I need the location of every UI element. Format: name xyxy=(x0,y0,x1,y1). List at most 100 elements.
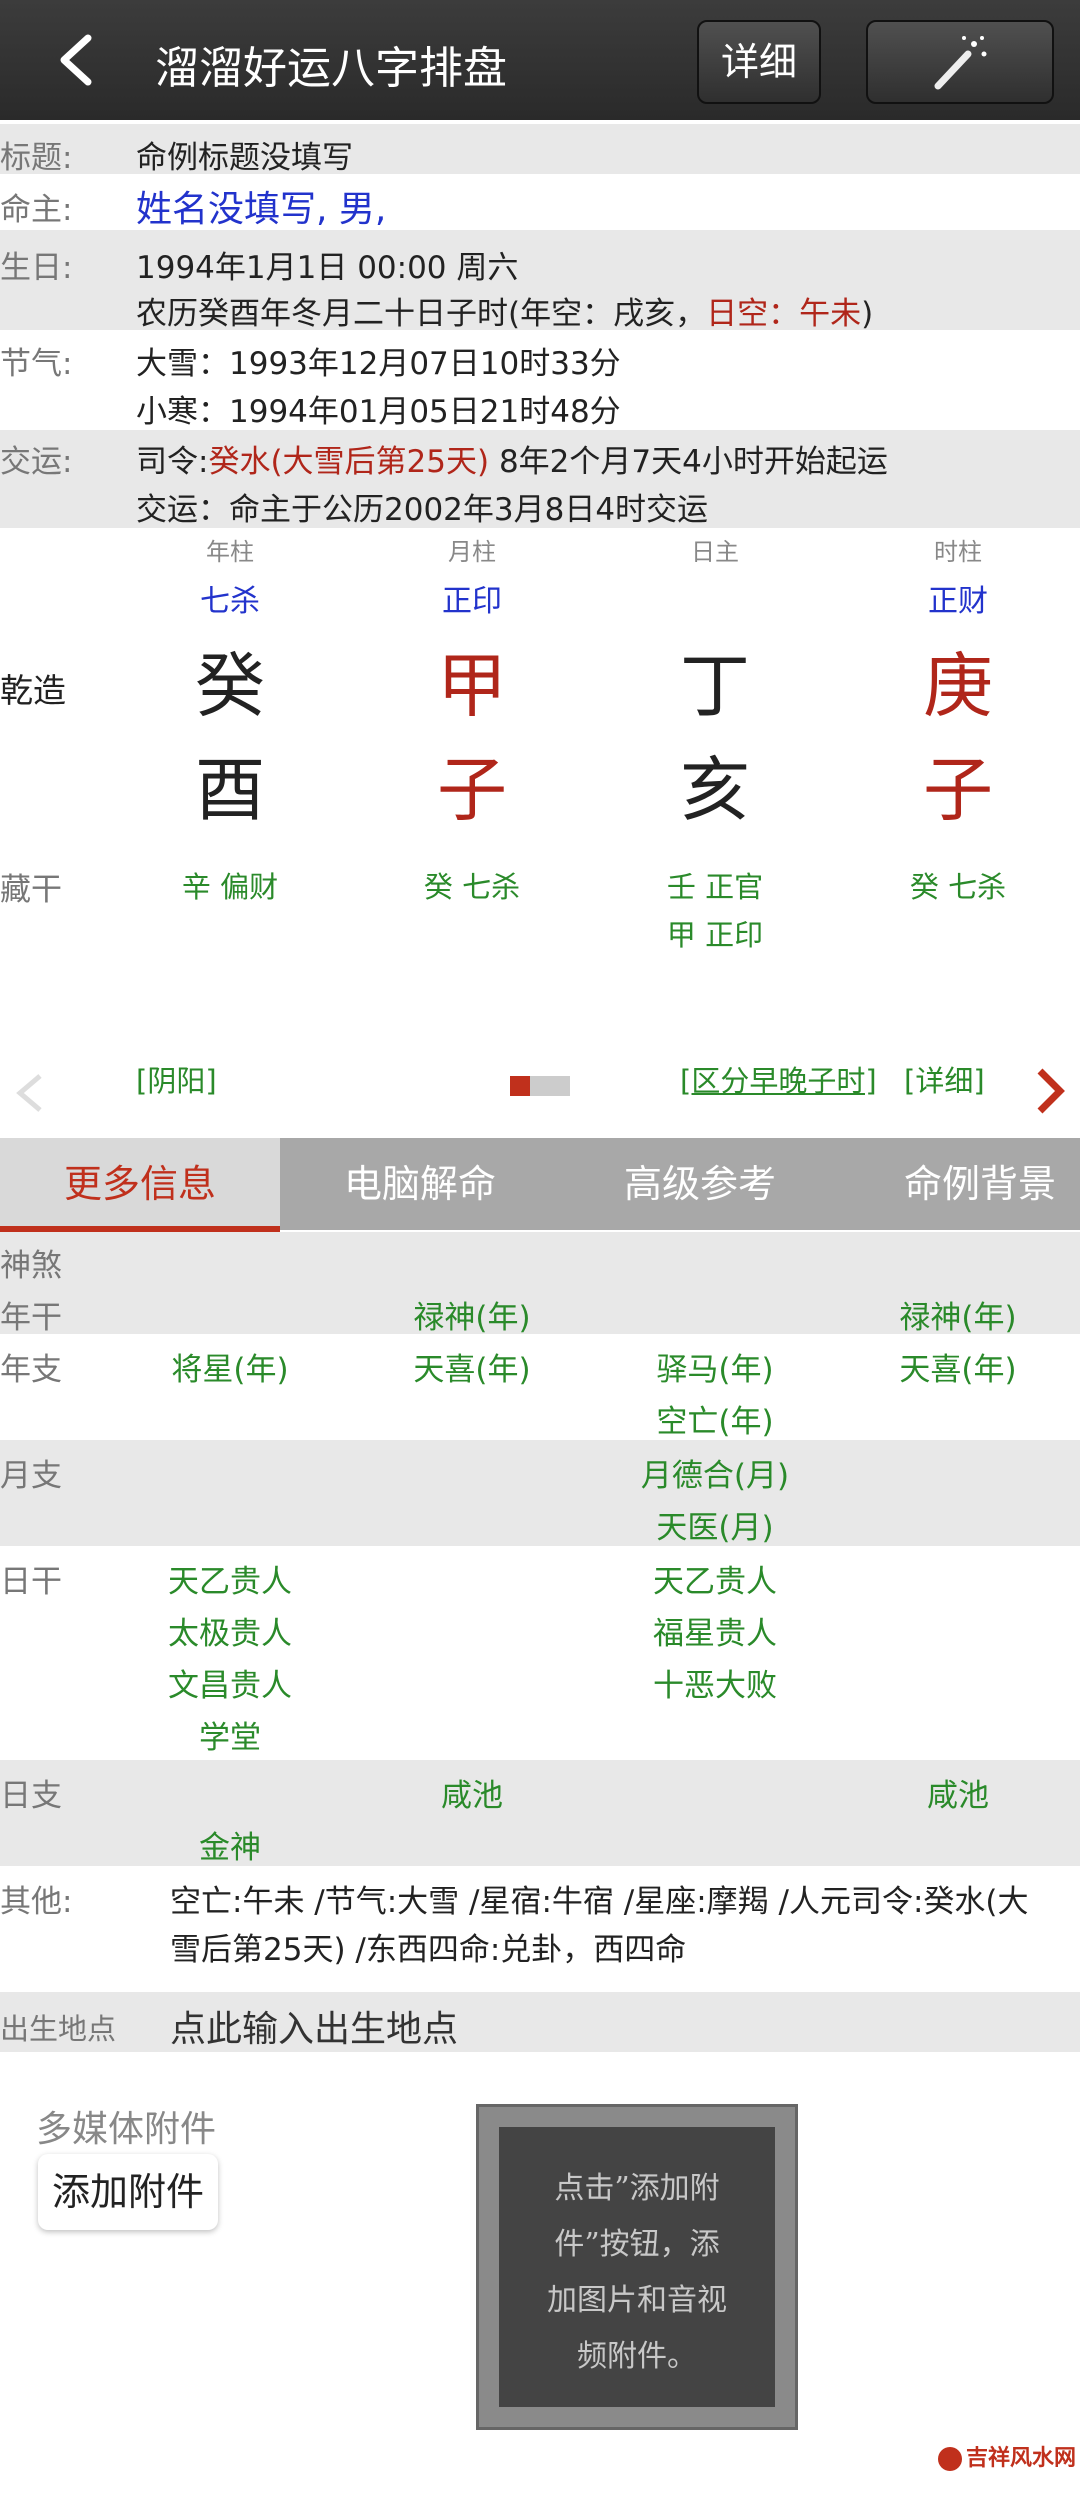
shensha-row-label: 年干 xyxy=(0,1300,62,1336)
shensha-item: 金神 xyxy=(199,1830,261,1866)
shensha-item: 咸池 xyxy=(441,1778,503,1814)
birth-row: 生日: 1994年1月1日 00:00 周六 农历癸酉年冬月二十日子时(年空：戌… xyxy=(0,230,1080,332)
chevron-left-icon xyxy=(60,34,92,86)
shensha-item: 天喜(年) xyxy=(899,1352,1017,1388)
shensha-item: 福星贵人 xyxy=(653,1616,777,1652)
shensha-item: 学堂 xyxy=(199,1720,261,1756)
zaowan-link[interactable]: [区分早晚子时] xyxy=(680,1058,877,1100)
birth-solar: 1994年1月1日 00:00 周六 xyxy=(136,250,519,286)
stem-hour: 庚 xyxy=(923,645,993,727)
tab-advanced[interactable]: 高级参考 xyxy=(560,1138,840,1230)
shensha-item: 天乙贵人 xyxy=(168,1564,292,1600)
shensha-item: 禄神(年) xyxy=(899,1300,1017,1336)
other-line-2: 雪后第25天) /东西四命:兑卦，西四命 xyxy=(170,1932,687,1968)
other-line-1: 空亡:午未 /节气:大雪 /星宿:牛宿 /星座:摩羯 /人元司令:癸水(大 xyxy=(170,1884,1029,1920)
canggan-day-1: 壬 正官 xyxy=(666,870,764,904)
shensha-row-label: 年支 xyxy=(0,1352,62,1388)
add-attachment-button[interactable]: 添加附件 xyxy=(38,2154,218,2230)
owner-row[interactable]: 命主: 姓名没填写, 男, xyxy=(0,174,1080,230)
col-head-year: 年柱 xyxy=(206,538,254,566)
shensha-item: 天喜(年) xyxy=(413,1352,531,1388)
jieqi-row: 节气: 大雪：1993年12月07日10时33分 小寒：1994年01月05日2… xyxy=(0,330,1080,430)
shensha-item: 禄神(年) xyxy=(413,1300,531,1336)
detail-button[interactable]: 详细 xyxy=(697,20,821,104)
shishen-hour: 正财 xyxy=(928,584,988,619)
stem-day: 丁 xyxy=(680,645,750,727)
shensha-row-rigan: 日干 天乙贵人 太极贵人 文昌贵人 学堂 天乙贵人 福星贵人 十恶大败 xyxy=(0,1546,1080,1760)
birthplace-label: 出生地点 xyxy=(0,2012,117,2046)
canggan-label: 藏干 xyxy=(0,872,62,908)
watermark-logo-icon xyxy=(938,2447,962,2471)
shensha-row-nianzhi: 年支 将星(年) 天喜(年) 驿马(年) 空亡(年) 天喜(年) xyxy=(0,1334,1080,1440)
watermark: 吉祥风水网 xyxy=(938,2440,1076,2472)
tab-computer-reading[interactable]: 电脑解命 xyxy=(280,1138,560,1230)
shensha-row-niangan: 年干 禄神(年) 禄神(年) xyxy=(0,1282,1080,1336)
chart-detail-link[interactable]: [详细] xyxy=(904,1058,985,1100)
stem-year: 癸 xyxy=(195,645,265,727)
jieqi-daxue: 大雪：1993年12月07日10时33分 xyxy=(136,346,621,382)
jiaoyun-row: 交运: 司令:癸水(大雪后第25天) 8年2个月7天4小时开始起运 交运：命主于… xyxy=(0,430,1080,528)
qianzao-label: 乾造 xyxy=(0,671,66,710)
canggan-hour: 癸 七杀 xyxy=(909,870,1007,904)
shensha-item: 将星(年) xyxy=(171,1352,289,1388)
branch-month: 子 xyxy=(437,749,507,831)
jieqi-label: 节气: xyxy=(0,346,73,382)
shensha-item: 月德合(月) xyxy=(640,1458,790,1494)
tab-more-info[interactable]: 更多信息 xyxy=(0,1138,280,1230)
owner-label: 命主: xyxy=(0,192,73,228)
col-head-day: 日主 xyxy=(691,538,739,566)
shensha-item: 空亡(年) xyxy=(656,1404,774,1440)
birthplace-input[interactable]: 点此输入出生地点 xyxy=(170,2000,458,2052)
canggan-month: 癸 七杀 xyxy=(423,870,521,904)
shensha-item: 咸池 xyxy=(927,1778,989,1814)
shensha-item: 文昌贵人 xyxy=(168,1668,292,1704)
tab-background[interactable]: 命例背景 xyxy=(840,1138,1080,1230)
shensha-item: 驿马(年) xyxy=(656,1352,774,1388)
other-label: 其他: xyxy=(0,1884,73,1920)
jieqi-xiaohan: 小寒：1994年01月05日21时48分 xyxy=(136,394,621,430)
attachment-hint-box: 点击”添加附 件”按钮，添 加图片和音视 频附件。 xyxy=(476,2104,798,2430)
shensha-row-rizhi: 日支 咸池 咸池 金神 xyxy=(0,1760,1080,1866)
shensha-item: 十恶大败 xyxy=(653,1668,777,1704)
other-row: 其他: 空亡:午未 /节气:大雪 /星宿:牛宿 /星座:摩羯 /人元司令:癸水(… xyxy=(0,1866,1080,1990)
shensha-header: 神煞 xyxy=(0,1248,62,1284)
shensha-item: 天乙贵人 xyxy=(653,1564,777,1600)
pager-prev-icon[interactable] xyxy=(10,1068,50,1118)
shensha-item: 太极贵人 xyxy=(168,1616,292,1652)
owner-value: 姓名没填写, 男, xyxy=(136,189,387,230)
title-row[interactable]: 标题: 命例标题没填写 xyxy=(0,124,1080,176)
magic-button[interactable] xyxy=(866,20,1054,104)
title-label: 标题: xyxy=(0,140,73,176)
back-button[interactable] xyxy=(48,30,108,90)
jiaoyun-date: 交运：命主于公历2002年3月8日4时交运 xyxy=(136,492,709,528)
title-value: 命例标题没填写 xyxy=(136,140,353,176)
shishen-year: 七杀 xyxy=(200,584,260,619)
media-label: 多媒体附件 xyxy=(36,2109,217,2150)
tab-bar: 更多信息 电脑解命 高级参考 命例背景 xyxy=(0,1138,1080,1230)
shensha-header-row: 神煞 xyxy=(0,1232,1080,1284)
shensha-row-label: 日干 xyxy=(0,1564,62,1600)
shensha-row-label: 日支 xyxy=(0,1778,62,1814)
jiaoyun-siling: 司令:癸水(大雪后第25天) 8年2个月7天4小时开始起运 xyxy=(136,444,888,480)
branch-day: 亥 xyxy=(680,749,750,831)
canggan-year: 辛 偏财 xyxy=(181,870,279,904)
pager-dot xyxy=(530,1076,570,1096)
birthplace-row[interactable]: 出生地点 点此输入出生地点 xyxy=(0,1992,1080,2052)
branch-year: 酉 xyxy=(195,749,265,831)
magic-wand-icon xyxy=(934,36,987,90)
shensha-row-yuezhi: 月支 月德合(月) 天医(月) xyxy=(0,1440,1080,1546)
app-title: 溜溜好运八字排盘 xyxy=(155,43,507,94)
yinyang-link[interactable]: [阴阳] xyxy=(136,1058,217,1100)
shensha-item: 天医(月) xyxy=(656,1510,774,1546)
canggan-day-2: 甲 正印 xyxy=(666,918,764,952)
jiaoyun-label: 交运: xyxy=(0,444,73,480)
shishen-month: 正印 xyxy=(442,584,502,619)
birth-label: 生日: xyxy=(0,250,73,286)
pager-dot-active xyxy=(510,1076,530,1096)
branch-hour: 子 xyxy=(923,749,993,831)
pager-next-icon[interactable] xyxy=(1030,1063,1070,1119)
shensha-row-label: 月支 xyxy=(0,1458,62,1494)
attachment-hint-text: 点击”添加附 件”按钮，添 加图片和音视 频附件。 xyxy=(547,2171,727,2374)
top-bar: 溜溜好运八字排盘 详细 xyxy=(0,0,1080,120)
col-head-hour: 时柱 xyxy=(934,538,982,566)
